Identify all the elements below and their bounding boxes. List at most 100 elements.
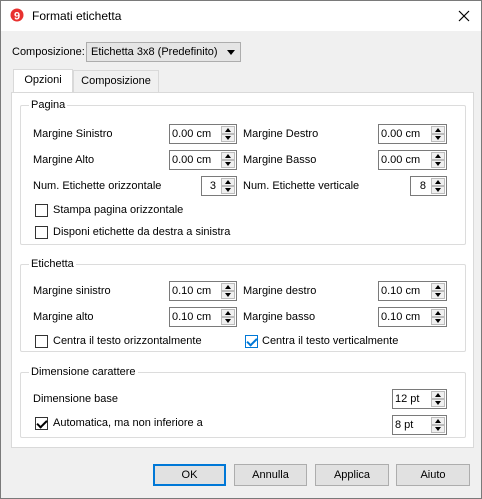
spin-up-button[interactable] bbox=[431, 152, 445, 160]
pagina-num-vert-spinbox[interactable]: 8 bbox=[410, 176, 447, 196]
arrow-down-icon bbox=[435, 427, 441, 431]
etichetta-margine-destro-label: Margine destro bbox=[243, 285, 317, 297]
pagina-num-vert-label: Num. Etichette verticale bbox=[243, 180, 360, 192]
tab-composizione[interactable]: Composizione bbox=[73, 70, 159, 92]
arrow-down-icon bbox=[435, 293, 441, 297]
svg-text:9: 9 bbox=[14, 11, 20, 23]
arrow-up-icon bbox=[225, 154, 231, 158]
spin-down-button[interactable] bbox=[431, 291, 445, 299]
spin-down-button[interactable] bbox=[221, 317, 235, 325]
dimensione-base-value: 12 pt bbox=[395, 393, 420, 405]
etichetta-margine-basso-value: 0.10 cm bbox=[381, 311, 421, 323]
spin-up-button[interactable] bbox=[221, 178, 235, 186]
spin-down-button[interactable] bbox=[431, 425, 445, 433]
ok-button[interactable]: OK bbox=[153, 464, 226, 486]
spin-down-button[interactable] bbox=[431, 134, 445, 142]
spin-down-button[interactable] bbox=[431, 399, 445, 407]
arrow-up-icon bbox=[225, 180, 231, 184]
group-dimensione-title: Dimensione carattere bbox=[29, 366, 138, 378]
spin-up-button[interactable] bbox=[221, 126, 235, 134]
pagina-margine-sinistro-value: 0.00 cm bbox=[172, 128, 212, 140]
spin-down-button[interactable] bbox=[431, 160, 445, 168]
automatica-value: 8 pt bbox=[395, 419, 414, 431]
group-pagina-title: Pagina bbox=[29, 99, 68, 111]
arrow-down-icon bbox=[225, 162, 231, 166]
title-bar: 9 Formati etichetta bbox=[1, 1, 481, 31]
pagina-margine-sinistro-spinbox[interactable]: 0.00 cm bbox=[169, 124, 237, 144]
etichetta-margine-basso-spinbox[interactable]: 0.10 cm bbox=[378, 307, 447, 327]
arrow-down-icon bbox=[435, 136, 441, 140]
arrow-up-icon bbox=[435, 154, 441, 158]
composition-label: Composizione: bbox=[12, 46, 85, 58]
spin-up-button[interactable] bbox=[221, 283, 235, 291]
automatica-spinbox[interactable]: 8 pt bbox=[392, 415, 447, 435]
pagina-num-orizz-value: 3 bbox=[209, 180, 216, 192]
chevron-down-icon bbox=[227, 50, 235, 55]
arrow-down-icon bbox=[225, 319, 231, 323]
tab-opzioni[interactable]: Opzioni bbox=[13, 69, 73, 92]
arrow-up-icon bbox=[225, 128, 231, 132]
etichetta-margine-alto-label: Margine alto bbox=[33, 311, 94, 323]
etichetta-margine-destro-spinbox[interactable]: 0.10 cm bbox=[378, 281, 447, 301]
etichetta-margine-alto-value: 0.10 cm bbox=[172, 311, 212, 323]
spin-up-button[interactable] bbox=[221, 152, 235, 160]
spin-up-button[interactable] bbox=[431, 126, 445, 134]
spin-down-button[interactable] bbox=[221, 160, 235, 168]
spin-up-button[interactable] bbox=[431, 178, 445, 186]
arrow-down-icon bbox=[225, 293, 231, 297]
arrow-up-icon bbox=[225, 311, 231, 315]
etichetta-margine-destro-value: 0.10 cm bbox=[381, 285, 421, 297]
arrow-up-icon bbox=[435, 128, 441, 132]
pagina-margine-destro-spinbox[interactable]: 0.00 cm bbox=[378, 124, 447, 144]
spin-up-button[interactable] bbox=[221, 309, 235, 317]
etichetta-margine-sinistro-spinbox[interactable]: 0.10 cm bbox=[169, 281, 237, 301]
centra-orizzontale-label: Centra il testo orizzontalmente bbox=[53, 335, 202, 347]
pagina-margine-sinistro-label: Margine Sinistro bbox=[33, 128, 113, 140]
pagina-num-orizz-label: Num. Etichette orizzontale bbox=[33, 180, 162, 192]
pagina-num-orizz-spinbox[interactable]: 3 bbox=[201, 176, 237, 196]
spin-down-button[interactable] bbox=[431, 186, 445, 194]
close-icon[interactable] bbox=[447, 1, 481, 31]
pagina-margine-destro-label: Margine Destro bbox=[243, 128, 319, 140]
window-title: Formati etichetta bbox=[32, 9, 122, 23]
dimensione-base-spinbox[interactable]: 12 pt bbox=[392, 389, 447, 409]
applica-button[interactable]: Applica bbox=[315, 464, 389, 486]
spin-up-button[interactable] bbox=[431, 283, 445, 291]
arrow-down-icon bbox=[435, 188, 441, 192]
spin-up-button[interactable] bbox=[431, 417, 445, 425]
composition-selected-value: Etichetta 3x8 (Predefinito) bbox=[91, 46, 218, 58]
arrow-up-icon bbox=[435, 180, 441, 184]
disponi-destra-sinistra-checkbox[interactable] bbox=[35, 226, 48, 239]
centra-verticale-checkbox[interactable] bbox=[245, 335, 258, 348]
arrow-down-icon bbox=[225, 188, 231, 192]
spin-down-button[interactable] bbox=[221, 291, 235, 299]
spin-down-button[interactable] bbox=[221, 134, 235, 142]
pagina-margine-basso-spinbox[interactable]: 0.00 cm bbox=[378, 150, 447, 170]
spin-down-button[interactable] bbox=[221, 186, 235, 194]
etichetta-margine-sinistro-label: Margine sinistro bbox=[33, 285, 111, 297]
pagina-margine-alto-spinbox[interactable]: 0.00 cm bbox=[169, 150, 237, 170]
spin-up-button[interactable] bbox=[431, 309, 445, 317]
spin-up-button[interactable] bbox=[431, 391, 445, 399]
etichetta-margine-alto-spinbox[interactable]: 0.10 cm bbox=[169, 307, 237, 327]
pagina-margine-basso-value: 0.00 cm bbox=[381, 154, 421, 166]
aiuto-button[interactable]: Aiuto bbox=[396, 464, 470, 486]
pagina-margine-alto-label: Margine Alto bbox=[33, 154, 95, 166]
pagina-num-vert-value: 8 bbox=[419, 180, 426, 192]
dimensione-base-label: Dimensione base bbox=[33, 393, 118, 405]
automatica-checkbox[interactable] bbox=[35, 417, 48, 430]
arrow-up-icon bbox=[435, 419, 441, 423]
pagina-margine-basso-label: Margine Basso bbox=[243, 154, 317, 166]
tab-composizione-label: Composizione bbox=[81, 75, 151, 87]
stampa-orizzontale-checkbox[interactable] bbox=[35, 204, 48, 217]
centra-orizzontale-checkbox[interactable] bbox=[35, 335, 48, 348]
group-etichetta-title: Etichetta bbox=[29, 258, 76, 270]
composition-select[interactable]: Etichetta 3x8 (Predefinito) bbox=[86, 42, 241, 62]
dialog-window: 9 Formati etichetta Composizione: Etiche… bbox=[0, 0, 482, 499]
arrow-down-icon bbox=[435, 401, 441, 405]
arrow-down-icon bbox=[225, 136, 231, 140]
arrow-up-icon bbox=[435, 393, 441, 397]
options-panel: Pagina Margine Sinistro 0.00 cm Margine … bbox=[11, 92, 474, 448]
spin-down-button[interactable] bbox=[431, 317, 445, 325]
annulla-button[interactable]: Annulla bbox=[234, 464, 307, 486]
